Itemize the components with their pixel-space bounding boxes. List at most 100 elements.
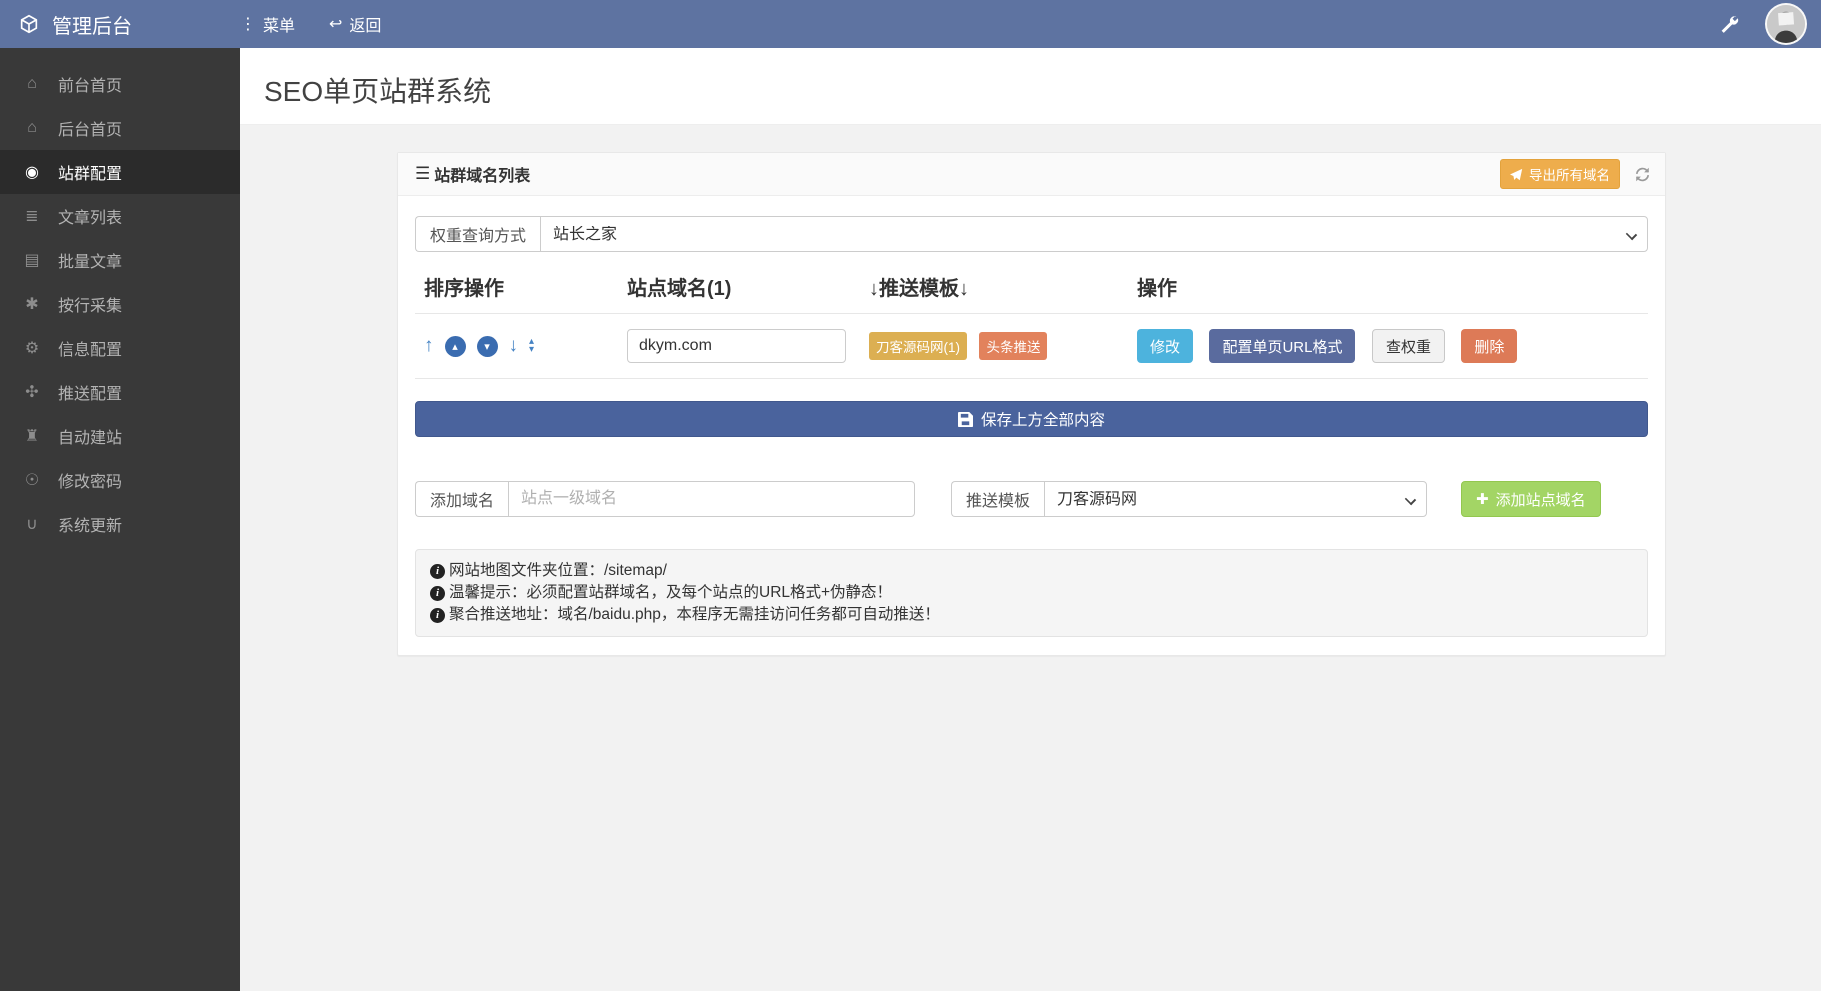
- brand[interactable]: 管理后台: [0, 10, 240, 39]
- add-domain-group: 添加域名: [415, 481, 915, 517]
- export-label: 导出所有域名: [1529, 168, 1610, 183]
- sidebar-item-label: 文章列表: [58, 210, 123, 227]
- sidebar-item-article-list[interactable]: ≣ 文章列表: [0, 194, 240, 238]
- table-header-row: 排序操作 站点域名(1) ↓推送模板↓ 操作: [415, 272, 1648, 314]
- paw-icon: ✣: [25, 384, 39, 401]
- sort-controls: ↑ ▴ ▾ ↓ ▴ ▾: [424, 335, 627, 357]
- sidebar-item-label: 批量文章: [58, 254, 123, 271]
- col-header-actions: 操作: [1137, 278, 1177, 300]
- menu-label: 菜单: [263, 18, 296, 35]
- wrench-icon[interactable]: [1719, 14, 1739, 34]
- new-domain-input[interactable]: [508, 481, 915, 517]
- domain-cell: [627, 329, 869, 363]
- weight-query-group: 权重查询方式 站长之家: [415, 216, 1648, 252]
- panel-tools: 导出所有域名: [1500, 159, 1651, 189]
- push-badge[interactable]: 头条推送: [979, 332, 1048, 360]
- sidebar-item-label: 系统更新: [58, 518, 123, 535]
- push-template-select[interactable]: 刀客源码网: [1044, 481, 1427, 517]
- home-icon: ⌂: [27, 75, 37, 92]
- sidebar-item-label: 自动建站: [58, 430, 123, 447]
- back-link[interactable]: ↩ 返回: [329, 12, 381, 36]
- weight-query-select-wrap: 站长之家: [540, 216, 1648, 252]
- actions-cell: 修改 配置单页URL格式 查权重 删除: [1137, 329, 1648, 363]
- brand-label: 管理后台: [52, 15, 132, 38]
- delete-button[interactable]: 删除: [1461, 329, 1518, 363]
- add-site-domain-label: 添加站点域名: [1495, 491, 1586, 509]
- weight-query-select[interactable]: 站长之家: [540, 216, 1648, 252]
- back-label: 返回: [349, 18, 382, 35]
- sidebar-item-push-config[interactable]: ✣ 推送配置: [0, 370, 240, 414]
- page-header: SEO单页站群系统: [240, 48, 1821, 125]
- push-template-group: 推送模板 刀客源码网: [951, 481, 1427, 517]
- note-text: 温馨提示：必须配置站群域名，及每个站点的URL格式+伪静态！: [449, 584, 893, 601]
- push-template-label: 推送模板: [951, 481, 1045, 517]
- page-title: SEO单页站群系统: [264, 76, 492, 107]
- sidebar-item-label: 按行采集: [58, 298, 123, 315]
- admin-app: 管理后台 ⋮ 菜单 ↩ 返回 ⌂ 前台首页 ⌂ 后台首页 ◉ 站群配置 ≣ 文章…: [0, 0, 1821, 991]
- sidebar-item-label: 推送配置: [58, 386, 123, 403]
- sidebar-item-label: 修改密码: [58, 474, 123, 491]
- col-header-template: ↓推送模板↓: [869, 278, 969, 300]
- info-icon: i: [430, 563, 445, 579]
- domain-list-panel: ☰ 站群域名列表 导出所有域名 权重查询方式 站长之家 排序操作 站点域名(1)…: [397, 152, 1666, 656]
- table-row: ↑ ▴ ▾ ↓ ▴ ▾ 刀客: [415, 314, 1648, 379]
- sidebar-item-auto-build[interactable]: ♜ 自动建站: [0, 414, 240, 458]
- sidebar-item-label: 信息配置: [58, 342, 123, 359]
- home-icon: ⌂: [27, 119, 37, 136]
- domain-input[interactable]: [627, 329, 846, 363]
- globe-icon: ◉: [25, 164, 39, 181]
- sidebar-item-label: 后台首页: [58, 122, 123, 139]
- note-text: 聚合推送地址：域名/baidu.php，本程序无需挂访问任务都可自动推送！: [449, 606, 940, 623]
- top-navbar: 管理后台 ⋮ 菜单 ↩ 返回: [0, 0, 1821, 48]
- edit-button[interactable]: 修改: [1137, 329, 1194, 363]
- info-icon: i: [430, 585, 445, 601]
- sidebar-item-back-home[interactable]: ⌂ 后台首页: [0, 106, 240, 150]
- col-header-sort: 排序操作: [424, 278, 504, 300]
- gear-icon: ⚙: [24, 340, 40, 357]
- sidebar-item-line-collect[interactable]: ✱ 按行采集: [0, 282, 240, 326]
- paper-plane-icon: [1510, 168, 1523, 180]
- export-domains-button[interactable]: 导出所有域名: [1500, 159, 1620, 189]
- user-avatar[interactable]: [1765, 3, 1807, 45]
- sidebar-item-front-home[interactable]: ⌂ 前台首页: [0, 62, 240, 106]
- save-all-button[interactable]: 保存上方全部内容: [415, 401, 1648, 437]
- sidebar-item-label: 前台首页: [58, 78, 123, 95]
- weight-query-label: 权重查询方式: [415, 216, 541, 252]
- configure-url-button[interactable]: 配置单页URL格式: [1209, 329, 1356, 363]
- move-top-icon[interactable]: ↑: [424, 335, 434, 357]
- add-site-domain-button[interactable]: ✚ 添加站点域名: [1461, 481, 1601, 517]
- cube-icon: [20, 14, 38, 34]
- sidebar-item-change-password[interactable]: ☉ 修改密码: [0, 458, 240, 502]
- hamburger-icon: ☰: [415, 164, 431, 183]
- sidebar-item-batch-articles[interactable]: ▤ 批量文章: [0, 238, 240, 282]
- check-weight-button[interactable]: 查权重: [1371, 329, 1445, 363]
- sort-cell: ↑ ▴ ▾ ↓ ▴ ▾: [415, 335, 627, 357]
- note-text: 网站地图文件夹位置：/sitemap/: [449, 562, 667, 579]
- sidebar-item-site-group-config[interactable]: ◉ 站群配置: [0, 150, 240, 194]
- note-reminder: i 温馨提示：必须配置站群域名，及每个站点的URL格式+伪静态！: [430, 582, 1633, 604]
- bank-icon: ♜: [24, 428, 40, 445]
- panel-body: 权重查询方式 站长之家 排序操作 站点域名(1) ↓推送模板↓ 操作 ↑ ▴ ▾…: [398, 196, 1665, 655]
- menu-toggle[interactable]: ⋮ 菜单: [240, 12, 295, 36]
- refresh-icon[interactable]: [1634, 166, 1651, 183]
- update-icon: ∪: [26, 516, 38, 533]
- sidebar-item-system-update[interactable]: ∪ 系统更新: [0, 502, 240, 546]
- avatar-image: [1767, 5, 1805, 43]
- main-area: SEO单页站群系统 ☰ 站群域名列表 导出所有域名 权重查询方式 站长之家 排序…: [240, 48, 1821, 991]
- push-template-select-wrap: 刀客源码网: [1044, 481, 1427, 517]
- triangle-down-icon: ▾: [529, 344, 535, 355]
- template-badge[interactable]: 刀客源码网(1): [869, 332, 967, 360]
- move-bottom-icon[interactable]: ↓: [509, 335, 519, 357]
- move-up-icon[interactable]: ▴: [444, 335, 466, 357]
- move-down-icon[interactable]: ▾: [476, 335, 498, 357]
- sidebar: ⌂ 前台首页 ⌂ 后台首页 ◉ 站群配置 ≣ 文章列表 ▤ 批量文章 ✱ 按行采…: [0, 48, 240, 991]
- save-all-label: 保存上方全部内容: [980, 412, 1105, 429]
- sidebar-item-info-config[interactable]: ⚙ 信息配置: [0, 326, 240, 370]
- sort-toggle-icon[interactable]: ▴ ▾: [529, 337, 535, 355]
- panel-title: ☰ 站群域名列表: [415, 162, 530, 186]
- return-arrow-icon: ↩: [329, 16, 343, 33]
- panel-title-label: 站群域名列表: [434, 168, 531, 185]
- note-sitemap: i 网站地图文件夹位置：/sitemap/: [430, 560, 1633, 582]
- col-header-domain: 站点域名(1): [627, 278, 732, 300]
- navbar-right: [1719, 3, 1821, 45]
